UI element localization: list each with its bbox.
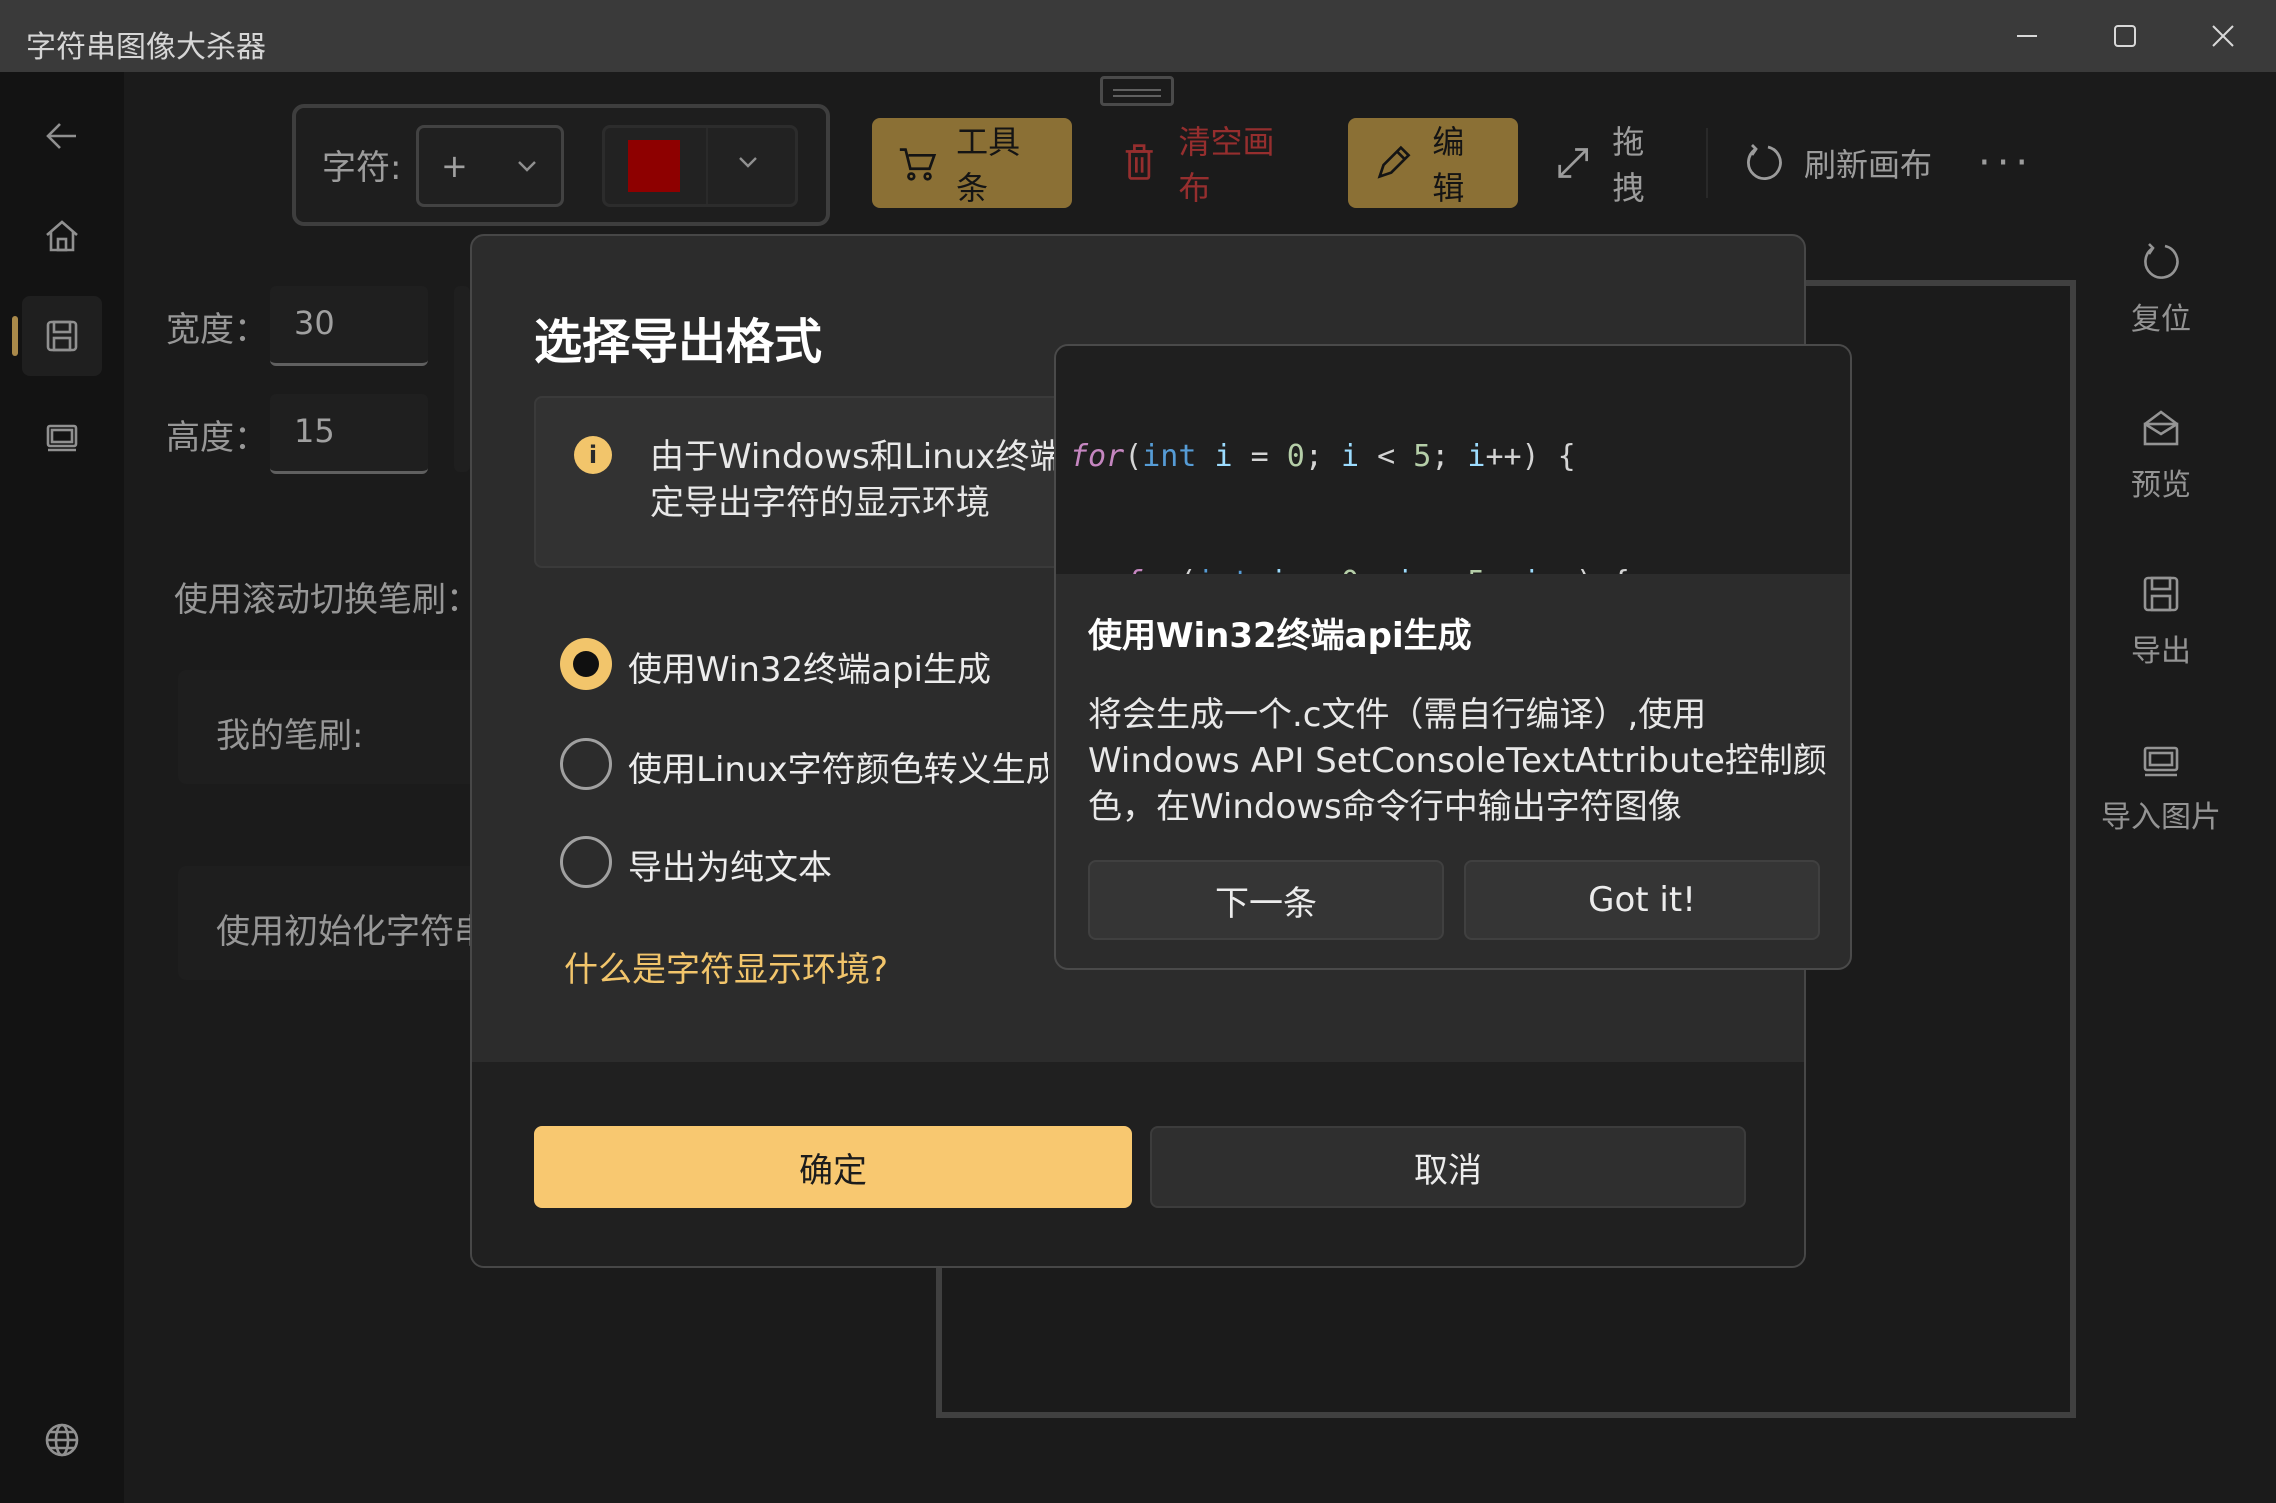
teaching-tip-body: 将会生成一个.c文件（需自行编译）,使用Windows API SetConso… bbox=[1088, 695, 1827, 827]
got-it-button[interactable]: Got it! bbox=[1464, 860, 1820, 940]
ok-button[interactable]: 确定 bbox=[534, 1126, 1132, 1208]
code-line: for(int i = 0; i < 5; i++) { bbox=[1070, 439, 1576, 474]
help-link[interactable]: 什么是字符显示环境? bbox=[564, 942, 888, 991]
code-sample: for(int i = 0; i < 5; i++) { for(int j =… bbox=[1056, 346, 1850, 574]
cancel-button[interactable]: 取消 bbox=[1150, 1126, 1746, 1208]
close-button[interactable] bbox=[2174, 0, 2272, 72]
next-tip-button[interactable]: 下一条 bbox=[1088, 860, 1444, 940]
info-message-line1: 由于Windows和Linux终端显 bbox=[650, 437, 1070, 477]
window-title: 字符串图像大杀器 bbox=[26, 30, 266, 65]
radio-win32-label[interactable]: 使用Win32终端api生成 bbox=[628, 642, 991, 691]
radio-plaintext[interactable] bbox=[560, 836, 612, 888]
minimize-button[interactable] bbox=[1978, 0, 2076, 72]
maximize-icon bbox=[2114, 25, 2136, 47]
close-icon bbox=[2212, 25, 2234, 47]
info-icon: i bbox=[574, 436, 612, 474]
radio-linux-label[interactable]: 使用Linux字符颜色转义生成 bbox=[628, 742, 1048, 791]
minimize-icon bbox=[2017, 35, 2037, 37]
radio-plaintext-label[interactable]: 导出为纯文本 bbox=[628, 840, 832, 889]
radio-win32[interactable] bbox=[560, 638, 612, 690]
code-line: for(int j = 0; j < 5; j++) { bbox=[1070, 562, 1840, 574]
teaching-tip-title: 使用Win32终端api生成 bbox=[1088, 616, 1472, 656]
info-message: 由于Windows和Linux终端显 定导出字符的显示环境 bbox=[650, 434, 1070, 526]
dialog-title: 选择导出格式 bbox=[534, 314, 823, 370]
radio-linux[interactable] bbox=[560, 738, 612, 790]
teaching-tip-pointer bbox=[1034, 640, 1056, 684]
teaching-tip: for(int i = 0; i < 5; i++) { for(int j =… bbox=[1054, 344, 1852, 970]
maximize-button[interactable] bbox=[2076, 0, 2174, 72]
title-bar bbox=[0, 0, 2276, 72]
info-message-line2: 定导出字符的显示环境 bbox=[650, 483, 990, 523]
